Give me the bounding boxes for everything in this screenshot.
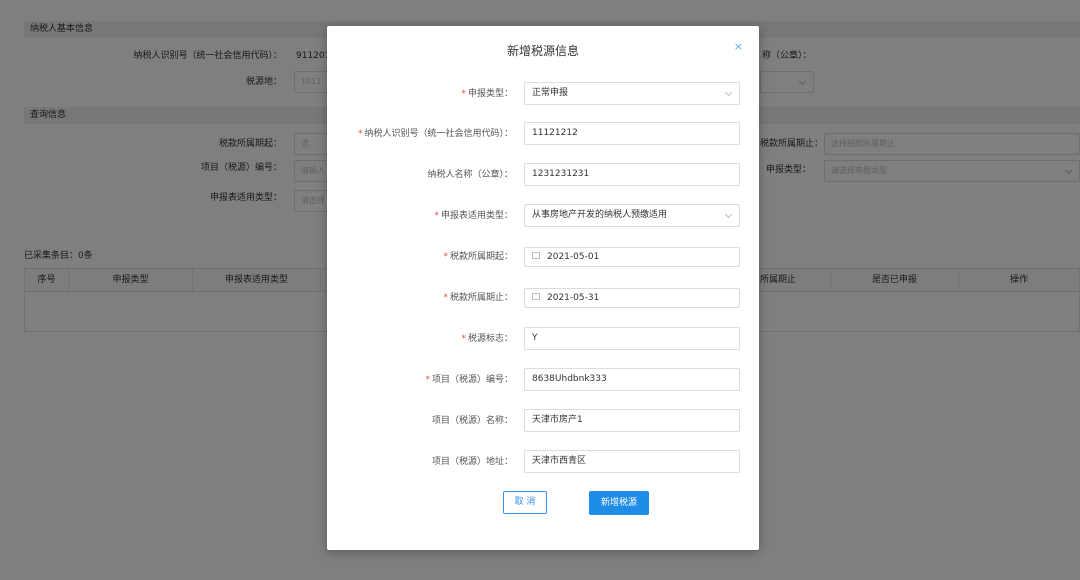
label-text: 申报类型： <box>467 89 513 99</box>
period-start-label: * 税款所属期起： <box>443 246 513 268</box>
chevron-down-icon <box>724 210 733 219</box>
label-text: 项目（税源）地址： <box>431 457 513 467</box>
declare-type-label: * 申报类型： <box>461 83 513 105</box>
form-type-value: 从事房地产开发的纳税人预缴适用 <box>532 210 668 220</box>
chevron-down-icon <box>724 88 733 97</box>
project-address-label: 项目（税源）地址： <box>430 451 513 473</box>
form-type-select[interactable]: 从事房地产开发的纳税人预缴适用 <box>524 204 740 227</box>
required-mark: * <box>443 293 448 303</box>
taxpayer-name-input[interactable]: 1231231231 <box>524 163 740 186</box>
taxpayer-name-label: 纳税人名称（公章）： <box>425 164 513 186</box>
add-tax-source-button[interactable]: 新增税源 <box>589 491 649 515</box>
label-text: 税款所属期起： <box>449 252 513 262</box>
project-no-input[interactable]: 8638Uhdbnk333 <box>524 368 740 391</box>
required-mark: * <box>461 334 466 344</box>
tax-source-flag-label: * 税源标志： <box>461 328 513 350</box>
declare-type-select[interactable]: 正常申报 <box>524 82 740 105</box>
tax-source-flag-input[interactable]: Y <box>524 327 740 350</box>
required-mark: * <box>434 211 439 221</box>
label-text: 纳税人名称（公章）： <box>427 170 513 180</box>
label-text: 纳税人识别号（统一社会信用代码）： <box>364 129 513 139</box>
label-text: 项目（税源）名称： <box>431 416 513 426</box>
form-type-label: * 申报表适用类型： <box>434 205 513 227</box>
calendar-icon <box>532 252 540 259</box>
add-tax-source-dialog: 新增税源信息 × * 申报类型： 正常申报 * 纳税人识别号（统一社会信用代码）： … <box>327 26 759 550</box>
period-end-date[interactable]: 2021-05-31 <box>524 288 740 308</box>
project-address-input[interactable]: 天津市西青区 <box>524 450 740 473</box>
project-name-input[interactable]: 天津市房产1 <box>524 409 740 432</box>
project-name-label: 项目（税源）名称： <box>430 410 513 432</box>
required-mark: * <box>461 89 466 99</box>
dialog-title: 新增税源信息 <box>506 44 579 58</box>
label-text: 项目（税源）编号： <box>431 375 513 385</box>
label-text: 申报表适用类型： <box>440 211 513 221</box>
project-no-label: * 项目（税源）编号： <box>425 369 513 391</box>
taxpayer-id-input[interactable]: 11121212 <box>524 122 740 145</box>
calendar-icon <box>532 293 540 300</box>
period-end-value: 2021-05-31 <box>547 293 600 303</box>
required-mark: * <box>357 129 363 139</box>
taxpayer-id-label: * 纳税人识别号（统一社会信用代码）： <box>358 123 513 145</box>
declare-type-value: 正常申报 <box>532 88 569 98</box>
period-start-date[interactable]: 2021-05-01 <box>524 247 740 267</box>
required-mark: * <box>425 375 430 385</box>
close-icon[interactable]: × <box>734 40 743 53</box>
label-text: 税源标志： <box>467 334 513 344</box>
label-text: 税款所属期止： <box>449 293 513 303</box>
required-mark: * <box>443 252 448 262</box>
period-end-label: * 税款所属期止： <box>443 287 513 309</box>
period-start-value: 2021-05-01 <box>547 252 600 262</box>
cancel-button[interactable]: 取 消 <box>503 491 547 514</box>
